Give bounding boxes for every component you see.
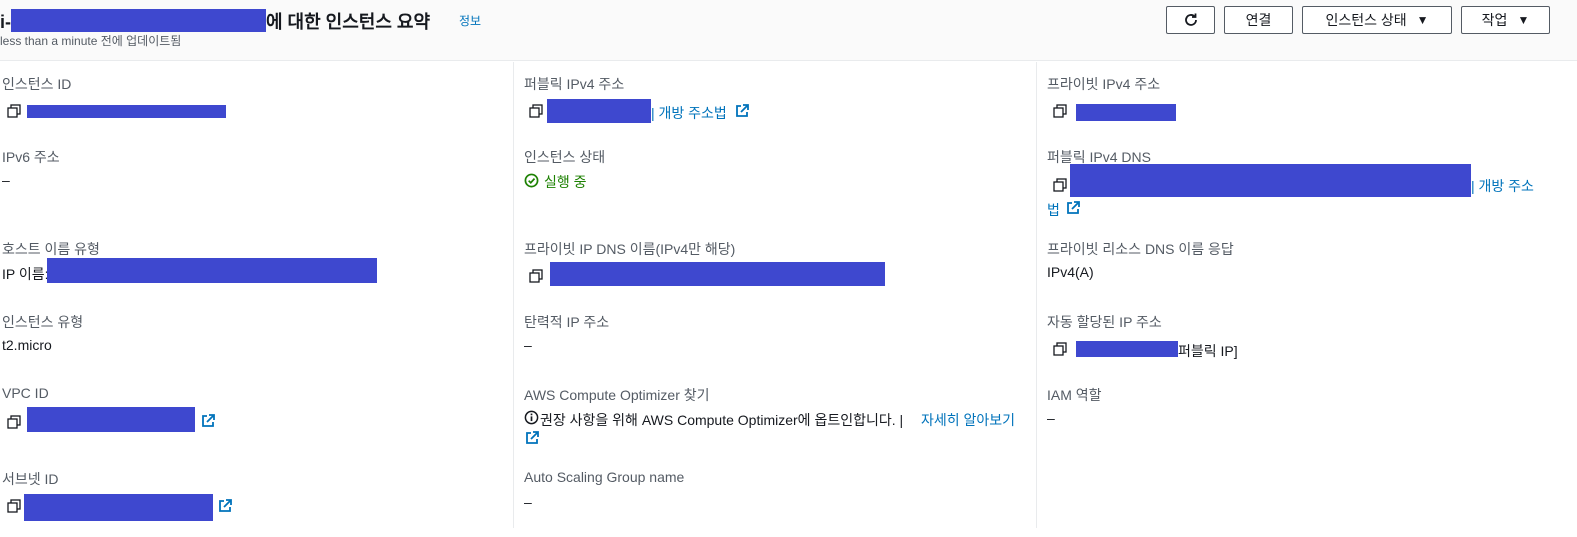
asg-value: –: [524, 494, 532, 510]
copy-icon[interactable]: [7, 415, 21, 429]
actions-button[interactable]: 작업 ▼: [1461, 6, 1550, 34]
copy-icon[interactable]: [7, 499, 21, 513]
redacted-instance-id-value: [27, 105, 226, 118]
private-ipv4-label: 프라이빗 IPv4 주소: [1047, 76, 1161, 92]
subnet-id-label: 서브넷 ID: [2, 471, 59, 487]
elastic-ip-label: 탄력적 IP 주소: [524, 314, 610, 330]
learn-more-link[interactable]: 자세히 알아보기: [921, 410, 1015, 430]
instance-state-label: 인스턴스 상태: [524, 149, 606, 165]
auto-ip-suffix: 퍼블릭 IP]: [1178, 343, 1238, 359]
redacted-auto-ip: [1076, 341, 1178, 357]
copy-icon[interactable]: [529, 104, 543, 118]
redacted-private-ip-dns: [550, 262, 885, 286]
instance-type-value: t2.micro: [2, 337, 52, 353]
redacted-public-ipv4: [547, 99, 651, 123]
page-title: i- 에 대한 인스턴스 요약: [0, 8, 430, 34]
caret-down-icon: ▼: [1416, 13, 1429, 27]
asg-label: Auto Scaling Group name: [524, 469, 685, 485]
redacted-hostname: [47, 258, 377, 283]
instance-state-value: 실행 중: [544, 174, 587, 190]
copy-icon[interactable]: [1053, 342, 1067, 356]
open-address-link[interactable]: | 개방 주소: [1471, 176, 1534, 196]
summary-header: i- 에 대한 인스턴스 요약 정보 less than a minute 전에 …: [0, 0, 1577, 61]
open-address-link-cont[interactable]: 법: [1047, 200, 1060, 220]
caret-down-icon: ▼: [1517, 13, 1530, 27]
info-link[interactable]: 정보: [459, 12, 481, 29]
external-link-icon[interactable]: [525, 431, 539, 445]
elastic-ip-value: –: [524, 337, 532, 353]
compute-optimizer-text: 권장 사항을 위해 AWS Compute Optimizer에 옵트인합니다.…: [540, 412, 904, 428]
external-link-icon[interactable]: [735, 104, 749, 118]
redacted-private-ipv4: [1076, 104, 1176, 121]
updated-timestamp: less than a minute 전에 업데이트됨: [0, 34, 182, 48]
copy-icon[interactable]: [1053, 178, 1067, 192]
public-ipv4-label: 퍼블릭 IPv4 주소: [524, 76, 625, 92]
external-link-icon[interactable]: [1066, 201, 1080, 215]
instance-type-label: 인스턴스 유형: [2, 314, 84, 330]
check-circle-icon: [524, 173, 539, 188]
refresh-icon: [1184, 13, 1197, 26]
instance-state-button[interactable]: 인스턴스 상태 ▼: [1302, 6, 1452, 34]
iam-role-label: IAM 역할: [1047, 387, 1102, 403]
external-link-icon[interactable]: [201, 414, 215, 428]
refresh-button[interactable]: [1166, 6, 1215, 34]
hostname-type-label: 호스트 이름 유형: [2, 241, 100, 257]
ipv6-label: IPv6 주소: [2, 149, 60, 165]
column-divider: [513, 62, 514, 528]
vpc-id-label: VPC ID: [2, 385, 49, 401]
hostname-type-value: IP 이름:: [2, 266, 49, 282]
iam-role-value: –: [1047, 410, 1055, 426]
private-ip-dns-label: 프라이빗 IP DNS 이름(IPv4만 해당): [524, 241, 736, 257]
info-icon: [524, 410, 539, 425]
redacted-vpc-id: [27, 407, 195, 432]
redacted-instance-id: [11, 9, 266, 32]
redacted-subnet-id: [24, 494, 213, 521]
connect-button[interactable]: 연결: [1224, 6, 1293, 34]
copy-icon[interactable]: [1053, 104, 1067, 118]
redacted-public-dns: [1070, 164, 1471, 197]
ipv6-value: –: [2, 172, 10, 188]
open-address-link[interactable]: | 개방 주소법: [651, 103, 727, 123]
auto-ip-label: 자동 할당된 IP 주소: [1047, 314, 1162, 330]
private-resource-dns-value: IPv4(A): [1047, 264, 1094, 280]
instance-id-label: 인스턴스 ID: [2, 76, 72, 92]
column-divider: [1036, 62, 1037, 528]
copy-icon[interactable]: [529, 269, 543, 283]
private-resource-dns-label: 프라이빗 리소스 DNS 이름 응답: [1047, 241, 1234, 257]
compute-optimizer-label: AWS Compute Optimizer 찾기: [524, 387, 710, 403]
copy-icon[interactable]: [7, 104, 21, 118]
external-link-icon[interactable]: [218, 499, 232, 513]
